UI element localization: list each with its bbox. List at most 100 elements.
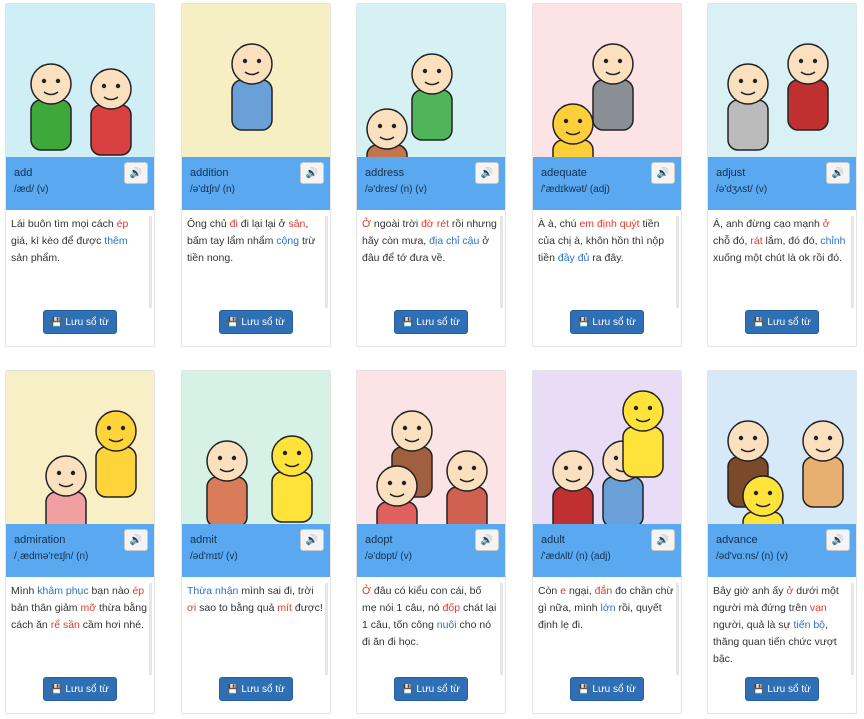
text-scrollbar[interactable] [500, 216, 503, 308]
word-title: adequate [541, 167, 587, 179]
text-scrollbar[interactable] [325, 583, 328, 675]
speaker-icon: 🔊 [129, 167, 143, 179]
mnemonic-segment: nuôi [436, 619, 457, 631]
floppy-disk-icon: 💾 [51, 316, 63, 327]
mnemonic-segment: mít [277, 602, 292, 614]
text-scrollbar[interactable] [851, 216, 854, 308]
word-pronunciation: /'ædʌlt/ (n) (adj) [541, 551, 611, 562]
cartoon-illustration [182, 371, 330, 524]
save-word-button[interactable]: 💾 Lưu sổ từ [43, 310, 117, 334]
cartoon-illustration [708, 371, 856, 524]
mnemonic-segment: đầy đủ [557, 252, 590, 264]
save-word-button[interactable]: 💾 Lưu sổ từ [43, 677, 117, 701]
speaker-icon: 🔊 [656, 534, 670, 546]
save-word-button[interactable]: 💾 Lưu sổ từ [745, 677, 819, 701]
speaker-icon: 🔊 [305, 534, 319, 546]
word-info-bar: admiration/ˌædmə'reɪʃn/ (n) 🔊 [6, 524, 154, 577]
mnemonic-segment: chỉnh [820, 235, 846, 247]
mnemonic-text: Ông chủ đi đi lại lại ở sân, bấm tay lẩm… [187, 216, 323, 304]
word-info-bar: advance/əd'vɑːns/ (n) (v) 🔊 [708, 524, 856, 577]
play-audio-button[interactable]: 🔊 [826, 529, 850, 551]
mnemonic-segment: lớn [600, 602, 616, 614]
word-title: adult [541, 534, 565, 546]
speaker-icon: 🔊 [129, 534, 143, 546]
word-title: advance [716, 534, 758, 546]
save-word-label: Lưu sổ từ [65, 316, 109, 328]
mnemonic-segment: bạn nào [88, 585, 133, 597]
mnemonic-segment: Còn [538, 585, 561, 597]
card-image [708, 4, 856, 157]
mnemonic-segment: giá, kì kèo để được [11, 235, 105, 247]
cartoon-illustration [6, 371, 154, 524]
word-info-bar: addition/ə'dɪʃn/ (n) 🔊 [182, 157, 330, 210]
floppy-disk-icon: 💾 [578, 316, 590, 327]
save-word-button[interactable]: 💾 Lưu sổ từ [219, 677, 293, 701]
card-image [533, 371, 681, 524]
cartoon-illustration [533, 4, 681, 157]
word-title: admiration [14, 534, 66, 546]
cartoon-illustration [708, 4, 856, 157]
card-image [708, 371, 856, 524]
mnemonic-segment: địa chỉ cậu [429, 235, 480, 247]
text-scrollbar[interactable] [149, 583, 152, 675]
mnemonic-segment: cộng [276, 235, 300, 247]
word-card: adjust/ə'dʒʌst/ (v) 🔊 Á, anh đừng cạo mạnh… [707, 3, 857, 347]
card-image [533, 4, 681, 157]
save-word-label: Lưu sổ từ [241, 683, 285, 695]
word-card: admiration/ˌædmə'reɪʃn/ (n) 🔊 Mình khâm ph… [5, 370, 155, 714]
play-audio-button[interactable]: 🔊 [124, 529, 148, 551]
save-word-button[interactable]: 💾 Lưu sổ từ [219, 310, 293, 334]
play-audio-button[interactable]: 🔊 [124, 162, 148, 184]
mnemonic-text: Còn e ngại, đắn đo chần chừ gì nữa, mình… [538, 583, 674, 671]
text-scrollbar[interactable] [500, 583, 503, 675]
mnemonic-segment: cầm hơi nhé. [79, 619, 144, 631]
text-scrollbar[interactable] [325, 216, 328, 308]
play-audio-button[interactable]: 🔊 [300, 529, 324, 551]
speaker-icon: 🔊 [480, 534, 494, 546]
mnemonic-segment: ép [116, 218, 129, 230]
word-title: add [14, 167, 33, 179]
save-word-button[interactable]: 💾 Lưu sổ từ [570, 310, 644, 334]
word-title: addition [190, 167, 229, 179]
play-audio-button[interactable]: 🔊 [826, 162, 850, 184]
mnemonic-segment: ép [132, 585, 145, 597]
play-audio-button[interactable]: 🔊 [475, 529, 499, 551]
save-word-label: Lưu sổ từ [592, 683, 636, 695]
word-title: adjust [716, 167, 746, 179]
word-card: adequate /'ædɪkwət/ (adj) 🔊 À à, chú em địn… [532, 3, 682, 347]
mnemonic-segment: ơi [187, 602, 197, 614]
cartoon-illustration [6, 4, 154, 157]
text-scrollbar[interactable] [851, 583, 854, 675]
text-scrollbar[interactable] [149, 216, 152, 308]
text-scrollbar[interactable] [676, 583, 679, 675]
word-card: adopt/ə'dɒpt/ (v) 🔊 Ở đâu có kiểu con cái,… [356, 370, 506, 714]
speaker-icon: 🔊 [480, 167, 494, 179]
mnemonic-segment: đi lại lại ở [237, 218, 289, 230]
word-info-bar: adult /'ædʌlt/ (n) (adj) 🔊 [533, 524, 681, 577]
mnemonic-segment: ở [822, 218, 830, 230]
save-word-button[interactable]: 💾 Lưu sổ từ [394, 677, 468, 701]
floppy-disk-icon: 💾 [402, 316, 414, 327]
mnemonic-segment: Ở [362, 585, 372, 597]
play-audio-button[interactable]: 🔊 [475, 162, 499, 184]
text-scrollbar[interactable] [676, 216, 679, 308]
card-image [182, 4, 330, 157]
word-title: admit [190, 534, 217, 546]
card-image [6, 4, 154, 157]
mnemonic-segment: Ở [362, 218, 372, 230]
mnemonic-segment: đắn [594, 585, 613, 597]
play-audio-button[interactable]: 🔊 [651, 529, 675, 551]
play-audio-button[interactable]: 🔊 [651, 162, 675, 184]
mnemonic-segment: thêm [104, 235, 128, 247]
cartoon-illustration [357, 4, 505, 157]
save-word-button[interactable]: 💾 Lưu sổ từ [570, 677, 644, 701]
mnemonic-segment: ngoài trời [371, 218, 422, 230]
word-title: adopt [365, 534, 393, 546]
card-image [182, 371, 330, 524]
play-audio-button[interactable]: 🔊 [300, 162, 324, 184]
save-word-button[interactable]: 💾 Lưu sổ từ [745, 310, 819, 334]
save-word-button[interactable]: 💾 Lưu sổ từ [394, 310, 468, 334]
mnemonic-segment: mình sai đi, trời [238, 585, 314, 597]
mnemonic-segment: ngại, [566, 585, 595, 597]
mnemonic-text: Ở đâu có kiểu con cái, bố mẹ nói 1 câu, … [362, 583, 498, 671]
